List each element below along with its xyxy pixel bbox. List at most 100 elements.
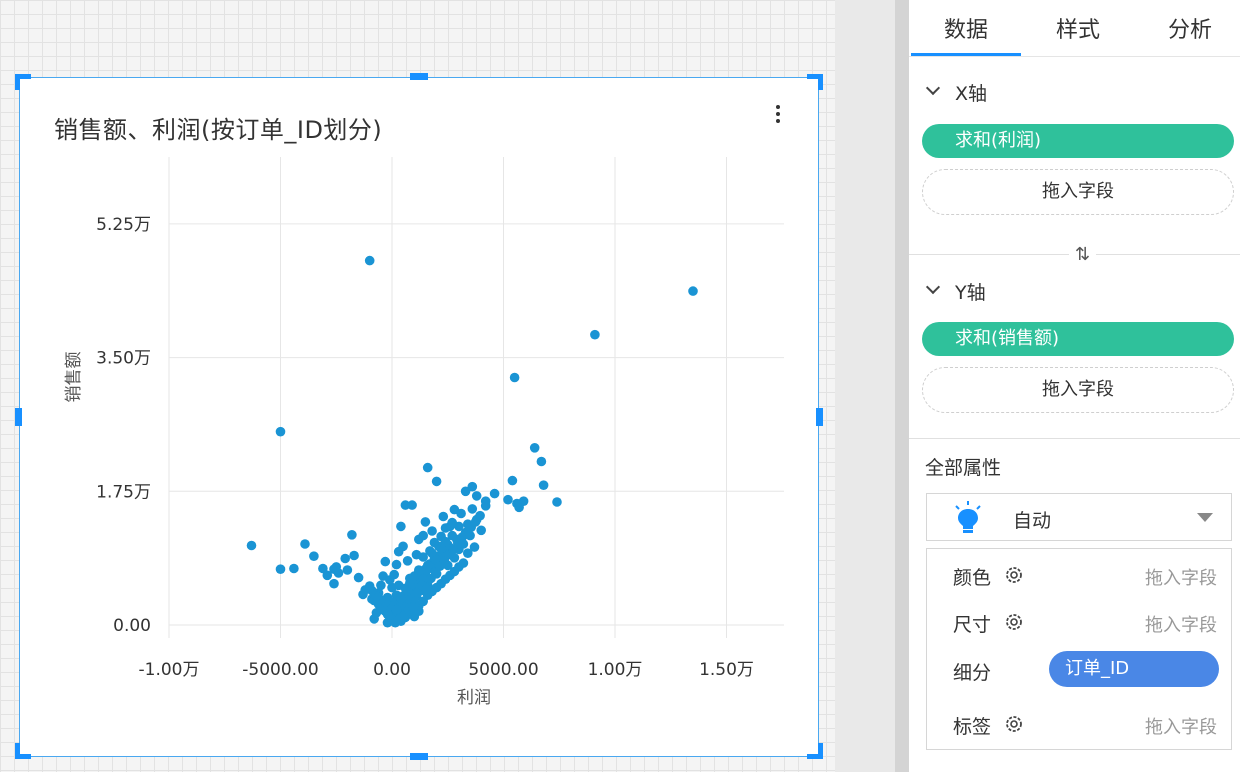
scatter-point[interactable] — [431, 476, 442, 487]
scatter-point[interactable] — [469, 542, 480, 552]
scatter-point[interactable] — [364, 255, 375, 266]
scatter-point[interactable] — [376, 580, 386, 591]
scatter-point[interactable] — [275, 564, 286, 574]
tag-dropzone[interactable]: 拖入字段 — [1145, 713, 1217, 739]
chevron-down-icon[interactable] — [925, 279, 941, 295]
scatter-point[interactable] — [447, 530, 458, 541]
scatter-point[interactable] — [391, 559, 402, 570]
x-tick-label: 1.00万 — [588, 660, 643, 680]
scatter-point[interactable] — [489, 488, 500, 499]
tag-mark-label: 标签 — [953, 716, 992, 738]
x-axis-field-pill[interactable]: 求和(利润) — [922, 124, 1234, 158]
y-tick-label: 0.00 — [113, 616, 151, 636]
gear-icon[interactable] — [1004, 612, 1024, 632]
scatter-point[interactable] — [458, 558, 469, 568]
gear-icon[interactable] — [1004, 565, 1024, 585]
scatter-point[interactable] — [476, 525, 487, 536]
scatter-point[interactable] — [418, 530, 429, 541]
scatter-point[interactable] — [367, 585, 377, 596]
size-mark-label: 尺寸 — [953, 614, 992, 636]
scatter-point[interactable] — [380, 556, 391, 567]
scatter-point[interactable] — [536, 456, 547, 467]
scatter-point[interactable] — [438, 511, 449, 522]
scatter-point[interactable] — [396, 593, 406, 604]
scatter-point[interactable] — [538, 480, 549, 491]
scatter-point[interactable] — [529, 443, 540, 453]
scatter-point[interactable] — [402, 556, 413, 566]
y-tick-label: 1.75万 — [96, 482, 151, 502]
scatter-point[interactable] — [475, 510, 485, 521]
x-axis-title: 利润 — [457, 688, 491, 708]
scatter-point[interactable] — [507, 475, 518, 486]
x-tick-label: 1.50万 — [699, 660, 754, 680]
scatter-point[interactable] — [393, 546, 404, 557]
scatter-point[interactable] — [512, 498, 522, 509]
scatter-point[interactable] — [422, 462, 433, 473]
x-tick-label: 0.00 — [373, 660, 411, 680]
scatter-point[interactable] — [590, 329, 600, 340]
scatter-point[interactable] — [471, 491, 482, 501]
scatter-point[interactable] — [509, 372, 520, 383]
scatter-point[interactable] — [503, 494, 513, 505]
segment-mark-label: 细分 — [953, 662, 992, 684]
scatter-point[interactable] — [369, 614, 380, 624]
x-tick-labels: -1.00万 -5000.00 0.00 5000.00 1.00万 1.50万 — [139, 660, 754, 680]
x-tick-label: -5000.00 — [242, 660, 318, 680]
swap-axes-icon[interactable]: ⇅ — [1069, 244, 1097, 265]
color-mark-label: 颜色 — [953, 567, 992, 589]
scatter-point[interactable] — [414, 565, 424, 575]
scatter-point[interactable] — [420, 517, 431, 527]
scatter-point[interactable] — [467, 504, 478, 514]
color-dropzone[interactable]: 拖入字段 — [1145, 564, 1217, 590]
panel-scrollbar[interactable] — [895, 0, 909, 772]
scatter-point[interactable] — [411, 549, 422, 560]
scatter-point[interactable] — [396, 521, 406, 532]
scatter-point[interactable] — [246, 540, 257, 551]
segment-field-pill[interactable]: 订单_ID — [1049, 651, 1219, 687]
tab-data[interactable]: 数据 — [911, 12, 1021, 44]
scatter-point[interactable] — [552, 497, 562, 507]
scatter-point[interactable] — [467, 481, 478, 492]
scatter-point[interactable] — [408, 602, 419, 613]
scatter-point[interactable] — [385, 575, 395, 585]
scatter-point[interactable] — [340, 553, 351, 564]
scatter-point[interactable] — [422, 560, 433, 571]
mark-type-select[interactable]: 自动 — [926, 493, 1232, 541]
scatter-point[interactable] — [688, 286, 698, 296]
mark-type-value: 自动 — [1013, 510, 1052, 532]
scatter-point[interactable] — [400, 500, 411, 510]
gear-icon[interactable] — [1004, 714, 1024, 734]
scatter-point[interactable] — [349, 550, 359, 561]
scatter-point[interactable] — [300, 539, 310, 549]
scatter-point[interactable] — [353, 572, 364, 583]
scatter-points — [246, 255, 698, 628]
all-properties-label: 全部属性 — [925, 457, 1002, 479]
scatter-point[interactable] — [289, 563, 299, 574]
scatter-point[interactable] — [445, 521, 455, 532]
scatter-point[interactable] — [480, 496, 491, 507]
chevron-down-icon[interactable] — [925, 80, 941, 96]
panel-tabs: 数据 样式 分析 — [909, 0, 1240, 57]
scatter-point[interactable] — [331, 562, 342, 572]
scatter-point[interactable] — [347, 530, 357, 540]
scatter-point[interactable] — [342, 565, 353, 575]
property-panel: 数据 样式 分析 X轴 求和(利润) 拖入字段 ⇅ Y轴 求和(销售额) 拖入字… — [909, 0, 1240, 772]
scatter-point[interactable] — [449, 504, 460, 515]
size-dropzone[interactable]: 拖入字段 — [1145, 611, 1217, 637]
caret-down-icon[interactable] — [1197, 513, 1213, 522]
scatter-point[interactable] — [427, 526, 437, 536]
x-axis-label: X轴 — [955, 83, 988, 105]
scatter-point[interactable] — [309, 551, 319, 561]
y-tick-label: 5.25万 — [96, 215, 151, 235]
scatter-point[interactable] — [421, 584, 432, 594]
scatter-point[interactable] — [454, 521, 464, 532]
y-axis-dropzone[interactable]: 拖入字段 — [922, 367, 1234, 413]
x-tick-label: -1.00万 — [139, 660, 200, 680]
scatter-point[interactable] — [329, 578, 339, 589]
tab-analysis[interactable]: 分析 — [1135, 12, 1240, 44]
lightbulb-icon — [955, 501, 981, 533]
tab-style[interactable]: 样式 — [1023, 12, 1133, 44]
y-axis-field-pill[interactable]: 求和(销售额) — [922, 322, 1234, 356]
x-axis-dropzone[interactable]: 拖入字段 — [922, 169, 1234, 215]
scatter-point[interactable] — [275, 426, 286, 437]
